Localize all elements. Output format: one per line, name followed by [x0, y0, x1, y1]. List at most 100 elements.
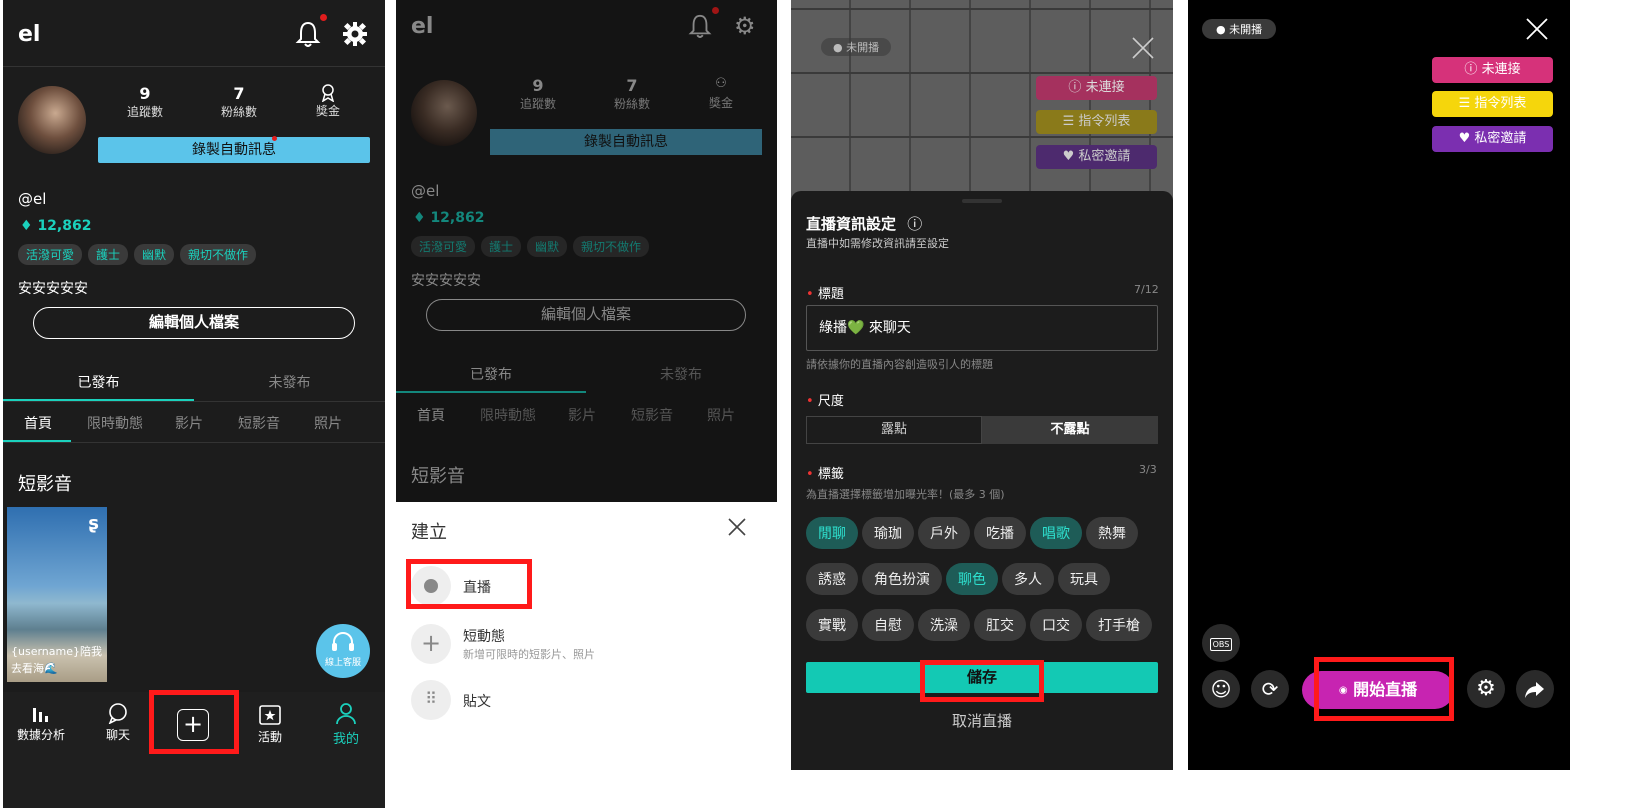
chat-bubble-icon: [88, 702, 148, 724]
tag-option[interactable]: 熱舞: [1086, 517, 1138, 549]
tag-option[interactable]: 瑜珈: [862, 517, 914, 549]
subtab-photos[interactable]: 照片: [314, 413, 342, 433]
tags-hint: 為直播選擇標籤增加曝光率！(最多 3 個): [806, 488, 1005, 501]
tag-option[interactable]: 實戰: [806, 609, 858, 641]
bio: 安安安安安: [18, 281, 88, 297]
tab-published[interactable]: 已發布: [3, 372, 194, 392]
beauty-filter-button[interactable]: ☺: [1202, 670, 1240, 708]
smile-sparkle-icon: ☺: [1210, 677, 1232, 701]
tag-option[interactable]: 玩具: [1058, 563, 1110, 595]
flip-camera-button[interactable]: ⟳: [1251, 670, 1289, 708]
level-option-nude[interactable]: 露點: [806, 416, 982, 444]
tag-option[interactable]: 誘惑: [806, 563, 858, 595]
tab-published: 已發布: [470, 367, 512, 383]
info-icon: ⓘ: [907, 215, 923, 233]
not-connected-button[interactable]: ⓘ 未連接: [1036, 76, 1157, 100]
stat-fans[interactable]: 7 粉絲數: [199, 84, 279, 120]
tag-option[interactable]: 洗澡: [918, 609, 970, 641]
bar-chart-icon: [11, 702, 71, 724]
command-list-button[interactable]: ☰ 指令列表: [1036, 110, 1157, 134]
title-hint: 請依據你的直播內容創造吸引人的標題: [806, 358, 993, 371]
private-invite-button[interactable]: ♥ 私密邀請: [1036, 145, 1157, 169]
subtab-photos: 照片: [707, 408, 735, 424]
create-sheet-title: 建立: [411, 522, 447, 543]
tag-option[interactable]: 唱歌: [1030, 517, 1082, 549]
grid-icon: ⠿: [411, 680, 451, 720]
tag-option[interactable]: 角色扮演: [862, 563, 942, 595]
tag-option[interactable]: 戶外: [918, 517, 970, 549]
support-label: 線上客服: [324, 658, 361, 668]
subtab-videos[interactable]: 影片: [175, 413, 203, 433]
share-arrow-icon: [1525, 682, 1544, 698]
close-icon[interactable]: [1525, 17, 1549, 45]
create-story-item[interactable]: + 短動態 新增可限時的短影片、照片: [411, 622, 711, 666]
edit-profile-button[interactable]: 編輯個人檔案: [33, 307, 355, 339]
calendar-star-icon: [240, 702, 300, 726]
subtab-shorts[interactable]: 短影音: [238, 413, 280, 433]
stat-bonus[interactable]: 獎金: [288, 84, 368, 119]
highlight-box: [406, 559, 532, 609]
nav-me[interactable]: 我的: [316, 702, 376, 747]
tag-option[interactable]: 打手槍: [1086, 609, 1152, 641]
nav-chat[interactable]: 聊天: [88, 702, 148, 743]
tag-option[interactable]: 自慰: [862, 609, 914, 641]
cancel-live-link[interactable]: 取消直播: [791, 710, 1173, 731]
tag-option[interactable]: 肛交: [974, 609, 1026, 641]
item-label: 貼文: [463, 694, 491, 710]
avatar[interactable]: [18, 86, 86, 154]
drag-handle[interactable]: [962, 199, 1002, 203]
level-option-no-nude[interactable]: 不露點: [982, 416, 1158, 444]
not-connected-button[interactable]: ⓘ 未連接: [1432, 57, 1553, 83]
short-video-thumbnail[interactable]: ʂ {username}陪我去看海🌊: [7, 507, 107, 682]
nav-analytics[interactable]: 數據分析: [11, 702, 71, 743]
bell-icon[interactable]: [295, 14, 327, 48]
command-list-button[interactable]: ☰ 指令列表: [1432, 91, 1553, 117]
highlight-box: [920, 660, 1044, 702]
subtab-home[interactable]: 首頁: [24, 413, 52, 433]
share-button[interactable]: [1516, 670, 1554, 708]
sheet-heading: 直播資訊設定 ⓘ: [806, 215, 923, 233]
obs-button[interactable]: OBS: [1202, 624, 1240, 662]
tag-option[interactable]: 閒聊: [806, 517, 858, 549]
create-screen: el ⚙ 9 追蹤數 7 粉絲數 ⚇ 獎金 錄製自動訊息 @el ♦ 12,862 活…: [396, 0, 777, 808]
gear-icon: ⚙: [734, 12, 756, 40]
subtab-shorts: 短影音: [631, 408, 673, 424]
live-settings-screen: ● 未開播 ⓘ 未連接 ☰ 指令列表 ♥ 私密邀請 直播資訊設定 ⓘ 直播中如需…: [791, 0, 1173, 770]
settings-button[interactable]: ⚙: [1467, 670, 1505, 708]
record-auto-message-button[interactable]: 錄製自動訊息: [98, 137, 370, 163]
bell-icon: [688, 7, 719, 39]
stat-following[interactable]: 9 追蹤數: [105, 84, 185, 120]
tab-unpublished[interactable]: 未發布: [194, 372, 385, 392]
private-invite-button[interactable]: ♥ 私密邀請: [1432, 126, 1553, 152]
highlight-box: [149, 690, 239, 754]
level-label: • 尺度: [806, 394, 844, 409]
tag-option[interactable]: 多人: [1002, 563, 1054, 595]
close-icon[interactable]: [726, 516, 748, 542]
tab-indicator: [396, 391, 586, 393]
app-title: el: [18, 22, 41, 47]
subtab-videos: 影片: [568, 408, 596, 424]
tag-option[interactable]: 口交: [1030, 609, 1082, 641]
create-post-item[interactable]: ⠿ 貼文: [411, 680, 611, 720]
profile-tag: 護士: [481, 236, 522, 257]
divider: [3, 442, 385, 443]
edit-profile-button: 編輯個人檔案: [426, 299, 746, 331]
profile-tag: 親切不做作: [573, 236, 650, 257]
tag-option[interactable]: 聊色: [946, 563, 998, 595]
diamond-balance: ♦ 12,862: [20, 218, 92, 234]
medal-icon: [288, 84, 368, 102]
nav-events[interactable]: 活動: [240, 702, 300, 745]
profile-tag: 活潑可愛: [18, 244, 83, 265]
subtab-stories[interactable]: 限時動態: [87, 413, 143, 433]
profile-tags: 活潑可愛 護士 幽默 親切不做作: [18, 244, 262, 265]
close-icon[interactable]: [1131, 36, 1155, 64]
title-input[interactable]: 綠播💚 來聊天: [806, 305, 1158, 351]
app-title: el: [411, 14, 434, 39]
item-sublabel: 新增可限時的短影片、照片: [463, 648, 595, 661]
tag-option[interactable]: 吃播: [974, 517, 1026, 549]
customer-support-button[interactable]: 線上客服: [316, 624, 370, 678]
gear-icon[interactable]: [343, 22, 367, 46]
nav-label: 聊天: [105, 728, 130, 742]
profile-tag: 活潑可愛: [411, 236, 476, 257]
obs-icon: OBS: [1209, 638, 1233, 651]
